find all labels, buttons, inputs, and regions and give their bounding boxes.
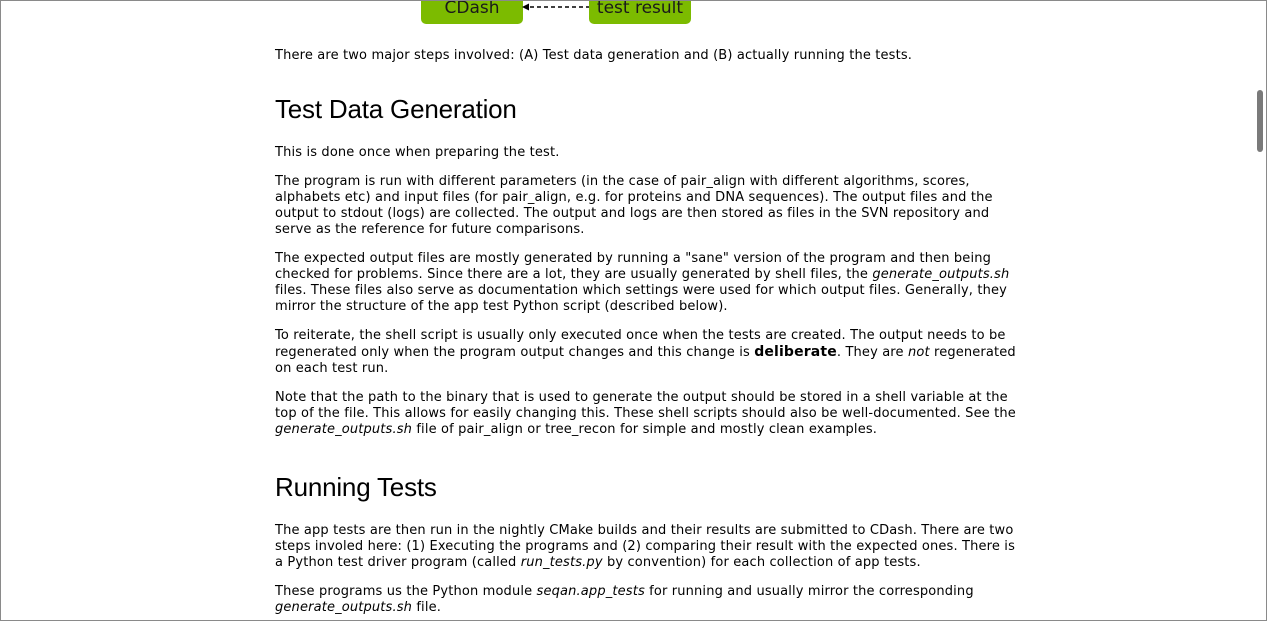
paragraph: This is done once when preparing the tes…: [275, 145, 560, 160]
paragraph: To reiterate, the shell script is usuall…: [275, 328, 1016, 376]
diagram-box-test-result: test result: [589, 0, 691, 24]
page-viewport: CDash test result There are two major st…: [0, 0, 1267, 621]
module-name-text: seqan.app_tests: [536, 584, 645, 599]
scrollbar-thumb[interactable]: [1257, 90, 1263, 152]
article-content: There are two major steps involved: (A) …: [275, 48, 1020, 620]
filename-text: run_tests.py: [520, 555, 603, 570]
diagram-box-cdash: CDash: [421, 0, 523, 24]
diagram-box-cdash-label: CDash: [444, 0, 500, 18]
paragraph: The program is run with different parame…: [275, 174, 993, 237]
paragraph: Note that the path to the binary that is…: [275, 390, 1016, 437]
section-heading-running-tests: Running Tests: [275, 472, 437, 502]
filename-text: generate_outputs.sh: [275, 600, 413, 615]
filename-text: generate_outputs.sh: [872, 267, 1010, 282]
paragraph: The expected output files are mostly gen…: [275, 251, 1010, 314]
paragraph: The app tests are then run in the nightl…: [275, 523, 1015, 570]
diagram-box-test-result-label: test result: [596, 0, 684, 18]
intro-paragraph: There are two major steps involved: (A) …: [275, 48, 913, 63]
section-heading-test-data-generation: Test Data Generation: [275, 94, 517, 124]
emphasis-italic: not: [907, 345, 930, 360]
emphasis-bold: deliberate: [754, 344, 837, 360]
dashed-arrow: [522, 3, 590, 11]
paragraph: These programs us the Python module seqa…: [275, 584, 974, 615]
filename-text: generate_outputs.sh: [275, 422, 413, 437]
